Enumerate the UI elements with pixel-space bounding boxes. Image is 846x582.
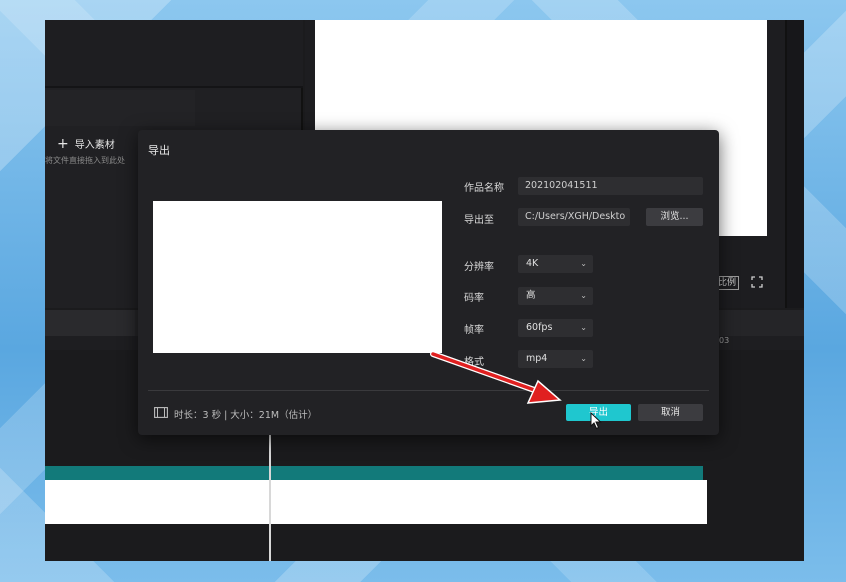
mouse-cursor-icon bbox=[590, 412, 602, 430]
export-dialog: 导出 作品名称 202102041511 导出至 C:/Users/XGH/De… bbox=[138, 130, 719, 435]
format-select[interactable]: mp4 ⌄ bbox=[518, 350, 593, 368]
chevron-down-icon: ⌄ bbox=[580, 323, 587, 332]
name-label: 作品名称 bbox=[464, 183, 504, 194]
resolution-select[interactable]: 4K ⌄ bbox=[518, 255, 593, 273]
plus-icon: + bbox=[57, 135, 69, 152]
resolution-label: 分辨率 bbox=[464, 262, 494, 273]
dialog-title: 导出 bbox=[148, 144, 170, 157]
chevron-down-icon: ⌄ bbox=[580, 291, 587, 300]
path-input[interactable]: C:/Users/XGH/Deskto bbox=[518, 208, 630, 226]
format-label: 格式 bbox=[464, 357, 484, 368]
import-media-button[interactable]: + 导入素材 bbox=[57, 135, 115, 152]
chevron-down-icon: ⌄ bbox=[580, 354, 587, 363]
video-clip-thumbnail[interactable] bbox=[45, 480, 707, 524]
bitrate-select[interactable]: 高 ⌄ bbox=[518, 287, 593, 305]
resolution-value: 4K bbox=[526, 258, 539, 269]
playhead[interactable] bbox=[269, 430, 271, 561]
format-value: mp4 bbox=[526, 353, 548, 364]
export-info: 时长：3 秒 | 大小：21M（估计） bbox=[174, 410, 318, 421]
import-media-label: 导入素材 bbox=[74, 140, 115, 151]
film-icon bbox=[154, 407, 168, 418]
bitrate-label: 码率 bbox=[464, 293, 484, 304]
video-clip-header[interactable] bbox=[45, 466, 703, 480]
footer-divider bbox=[148, 390, 709, 391]
cancel-button[interactable]: 取消 bbox=[638, 404, 703, 421]
name-input[interactable]: 202102041511 bbox=[518, 177, 703, 195]
browse-button[interactable]: 浏览... bbox=[646, 208, 703, 226]
fullscreen-icon[interactable] bbox=[751, 276, 763, 288]
bitrate-value: 高 bbox=[526, 290, 536, 301]
framerate-value: 60fps bbox=[526, 322, 553, 333]
chevron-down-icon: ⌄ bbox=[580, 259, 587, 268]
import-hint-text: 将文件直接拖入到此处 bbox=[45, 156, 125, 165]
ruler-time-label: 03 bbox=[719, 336, 730, 345]
media-panel-toolbar bbox=[45, 90, 195, 126]
framerate-select[interactable]: 60fps ⌄ bbox=[518, 319, 593, 337]
path-label: 导出至 bbox=[464, 215, 494, 226]
media-panel-header bbox=[45, 20, 303, 88]
export-preview bbox=[153, 201, 442, 353]
framerate-label: 帧率 bbox=[464, 325, 484, 336]
properties-panel-edge bbox=[785, 20, 804, 308]
